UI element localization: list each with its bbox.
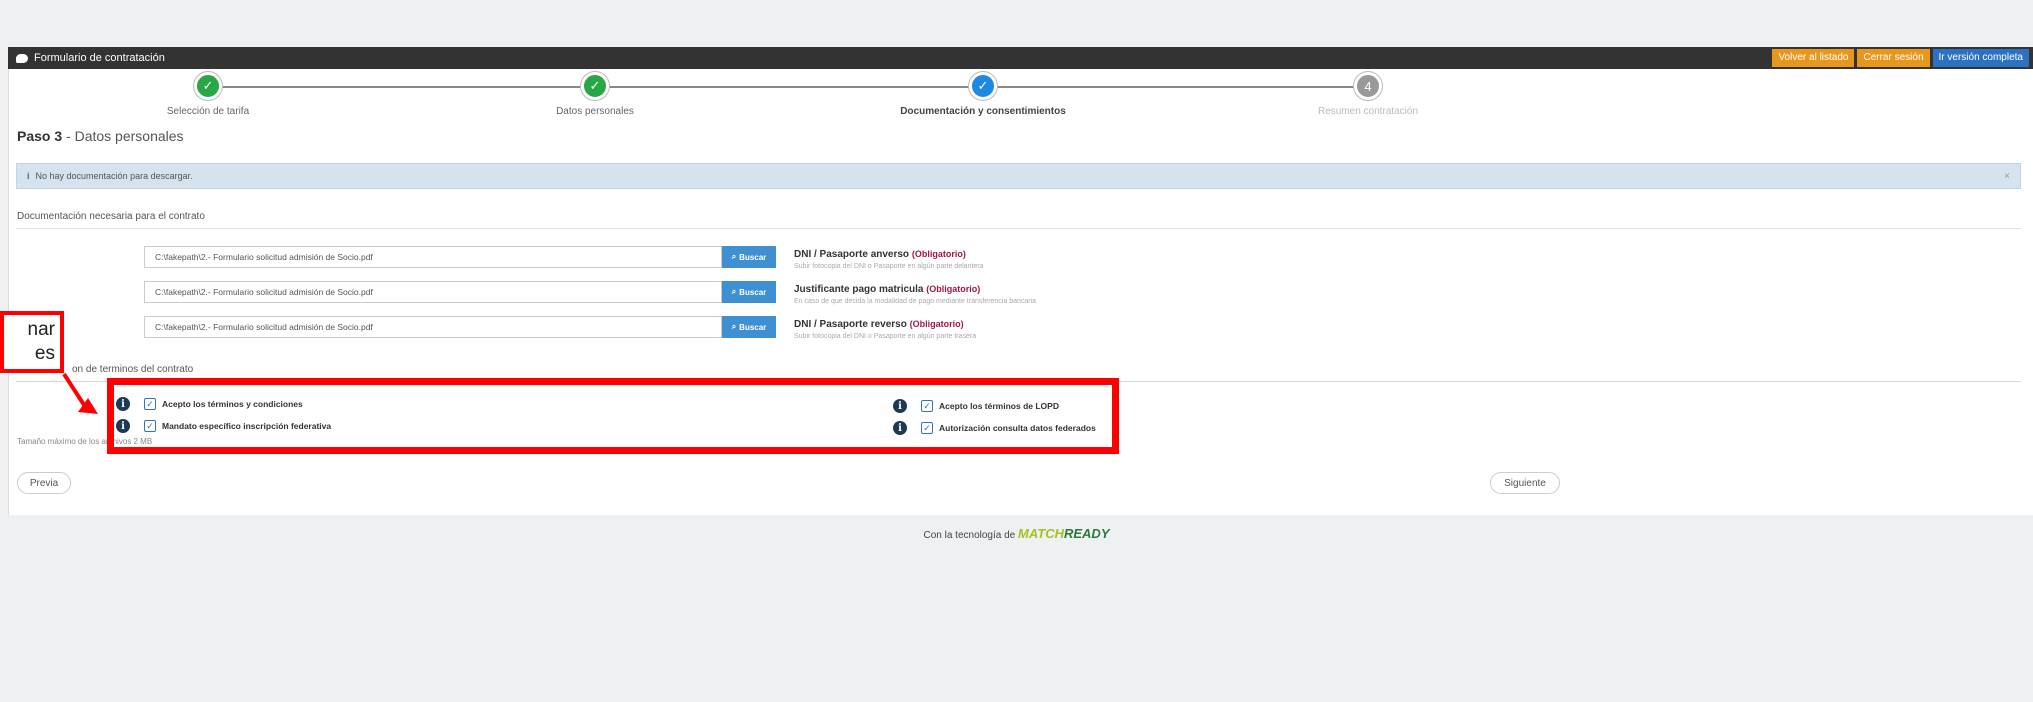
callout-line-2: es bbox=[34, 343, 55, 364]
step-2-label: Datos personales bbox=[556, 106, 634, 117]
browse-label: Buscar bbox=[739, 322, 767, 332]
step-4-label: Resumen contratación bbox=[1317, 106, 1419, 117]
doc-label-2: Justificante pago matricula (Obligatorio… bbox=[794, 284, 981, 295]
required-tag: (Obligatorio) bbox=[926, 284, 981, 294]
step-2-check-icon: ✓ bbox=[581, 72, 609, 100]
topbar-title-text: Formulario de contratación bbox=[34, 52, 165, 64]
browse-button[interactable]: ⌕ Buscar bbox=[722, 281, 776, 303]
browse-button[interactable]: ⌕ Buscar bbox=[722, 246, 776, 268]
search-icon: ⌕ bbox=[731, 252, 737, 261]
topbar-title: Formulario de contratación bbox=[8, 52, 165, 64]
file-path-input[interactable]: C:\fakepath\2.- Formulario solicitud adm… bbox=[144, 246, 722, 268]
top-bar: Formulario de contratación Volver al lis… bbox=[8, 47, 2033, 69]
step-4: 4 Resumen contratación bbox=[1258, 72, 1478, 117]
required-tag: (Obligatorio) bbox=[911, 249, 966, 259]
footer: Con la tecnología de MATCHREADY bbox=[0, 526, 2033, 541]
stepper-line bbox=[208, 86, 1368, 88]
topbar-tools: Volver al listado Cerrar sesión Ir versi… bbox=[1772, 49, 2033, 67]
browse-button[interactable]: ⌕ Buscar bbox=[722, 316, 776, 338]
footer-prefix: Con la tecnología de bbox=[923, 530, 1016, 541]
page-title-sep: - bbox=[62, 128, 75, 144]
terms-section-title: on de terminos del contrato bbox=[72, 364, 194, 375]
file-row-1: C:\fakepath\2.- Formulario solicitud adm… bbox=[144, 246, 776, 268]
doc-label-3: DNI / Pasaporte reverso (Obligatorio) bbox=[794, 319, 964, 330]
step-3-label: Documentación y consentimientos bbox=[900, 106, 1066, 117]
step-2: ✓ Datos personales bbox=[485, 72, 705, 117]
page-title-step: Paso 3 bbox=[17, 128, 63, 144]
back-to-list-button[interactable]: Volver al listado bbox=[1772, 49, 1855, 67]
required-tag: (Obligatorio) bbox=[909, 319, 964, 329]
logout-button[interactable]: Cerrar sesión bbox=[1857, 49, 1930, 67]
next-button[interactable]: Siguiente bbox=[1490, 472, 1560, 494]
file-row-2: C:\fakepath\2.- Formulario solicitud adm… bbox=[144, 281, 776, 303]
browse-label: Buscar bbox=[739, 287, 767, 297]
step-3-check-icon: ✓ bbox=[969, 72, 997, 100]
step-1-label: Selección de tarifa bbox=[166, 106, 250, 117]
info-alert: i No hay documentación para descargar. × bbox=[16, 163, 2021, 189]
callout-box: nar es bbox=[0, 311, 64, 373]
brand-ready: READY bbox=[1063, 526, 1110, 541]
doc-help-1: Subir fotocopia del DNI o Pasaporte en a… bbox=[794, 263, 984, 270]
callout-line-1: nar bbox=[27, 319, 55, 340]
stepper: ✓ Selección de tarifa ✓ Datos personales… bbox=[8, 72, 2033, 124]
page-title-text: Datos personales bbox=[74, 128, 184, 144]
step-1: ✓ Selección de tarifa bbox=[98, 72, 318, 117]
step-1-check-icon: ✓ bbox=[194, 72, 222, 100]
search-icon: ⌕ bbox=[731, 287, 737, 296]
search-icon: ⌕ bbox=[731, 322, 737, 331]
divider bbox=[16, 228, 2021, 229]
file-path-input[interactable]: C:\fakepath\2.- Formulario solicitud adm… bbox=[144, 281, 722, 303]
documents-section-title: Documentación necesaria para el contrato bbox=[17, 211, 205, 222]
file-row-3: C:\fakepath\2.- Formulario solicitud adm… bbox=[144, 316, 776, 338]
step-3: ✓ Documentación y consentimientos bbox=[873, 72, 1093, 117]
file-path-input[interactable]: C:\fakepath\2.- Formulario solicitud adm… bbox=[144, 316, 722, 338]
browse-label: Buscar bbox=[739, 252, 767, 262]
highlight-box bbox=[107, 378, 1119, 454]
full-version-button[interactable]: Ir versión completa bbox=[1932, 49, 2029, 67]
doc-help-2: En caso de que decida la modalidad de pa… bbox=[794, 298, 1037, 305]
chat-icon bbox=[16, 53, 28, 63]
step-4-number: 4 bbox=[1354, 72, 1382, 100]
alert-text: No hay documentación para descargar. bbox=[35, 171, 193, 181]
doc-label-1: DNI / Pasaporte anverso (Obligatorio) bbox=[794, 249, 966, 260]
page-title: Paso 3 - Datos personales bbox=[17, 128, 184, 144]
close-icon[interactable]: × bbox=[2004, 171, 2010, 182]
doc-help-3: Subir fotocopia del DNI o Pasaporte en a… bbox=[794, 333, 977, 340]
brand-logo: MATCHREADY bbox=[1018, 526, 1110, 541]
prev-button[interactable]: Previa bbox=[17, 472, 71, 494]
info-small-icon: i bbox=[27, 171, 30, 181]
